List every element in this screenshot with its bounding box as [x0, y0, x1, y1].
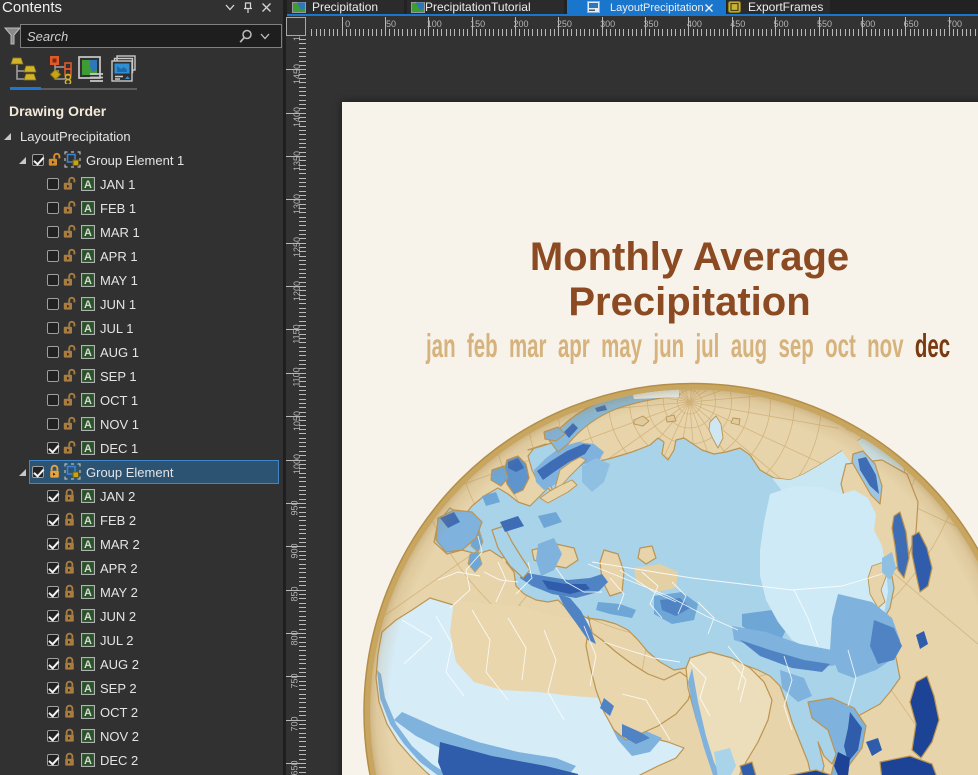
svg-text:A: A [84, 179, 92, 191]
svg-text:A: A [84, 755, 92, 767]
svg-text:A: A [84, 251, 92, 263]
svg-text:A: A [84, 275, 92, 287]
svg-text:A: A [84, 203, 92, 215]
svg-text:A: A [84, 563, 92, 575]
svg-text:A: A [84, 587, 92, 599]
svg-text:A: A [84, 611, 92, 623]
svg-text:A: A [84, 707, 92, 719]
svg-text:A: A [84, 419, 92, 431]
svg-text:A: A [84, 443, 92, 455]
svg-text:A: A [84, 227, 92, 239]
svg-text:A: A [84, 299, 92, 311]
svg-text:A: A [84, 347, 92, 359]
svg-text:A: A [84, 491, 92, 503]
svg-text:A: A [84, 731, 92, 743]
svg-text:A: A [84, 515, 92, 527]
svg-text:A: A [84, 683, 92, 695]
svg-text:A: A [84, 539, 92, 551]
svg-text:A: A [84, 635, 92, 647]
svg-text:A: A [84, 659, 92, 671]
svg-text:A: A [84, 371, 92, 383]
svg-text:A: A [84, 395, 92, 407]
svg-text:A: A [84, 323, 92, 335]
